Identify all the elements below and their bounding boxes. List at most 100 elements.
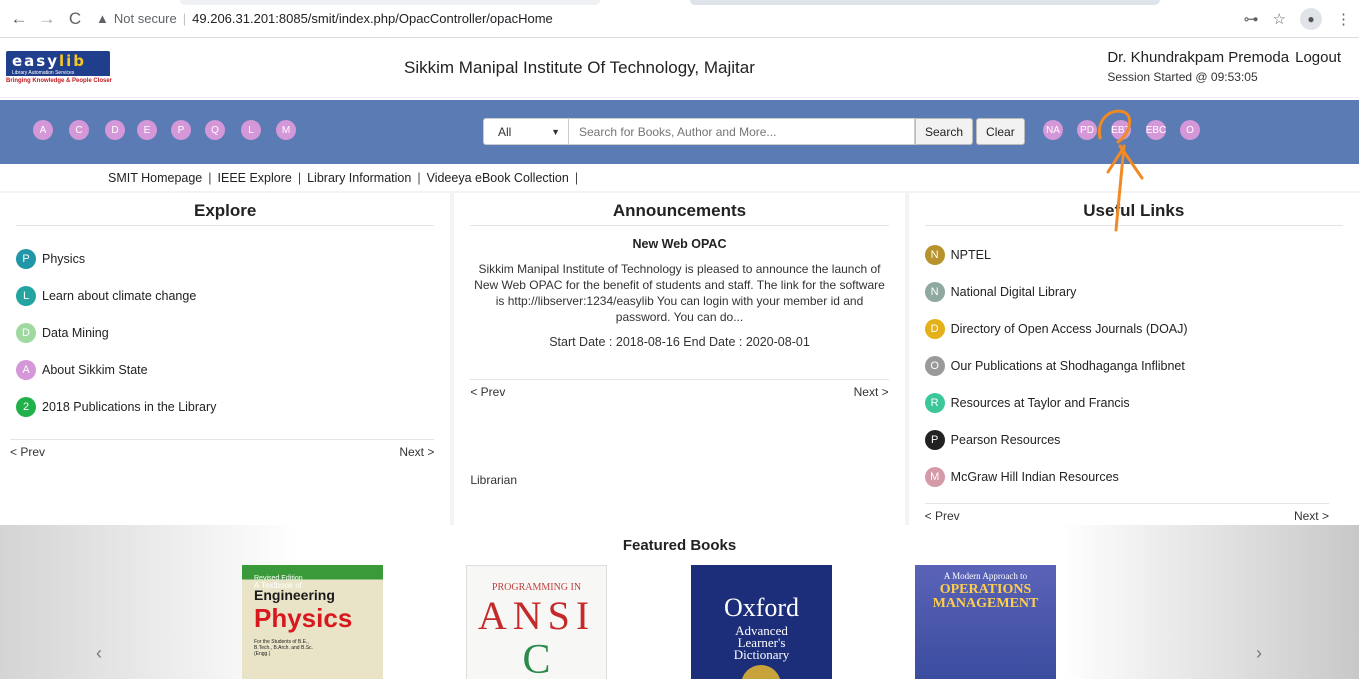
link-smit-homepage[interactable]: SMIT Homepage bbox=[108, 171, 202, 185]
explore-letter-badge: P bbox=[16, 248, 36, 269]
filter-letter-q[interactable]: Q bbox=[205, 120, 225, 140]
tab-strip-hint-active bbox=[690, 0, 1160, 5]
explore-letter-badge: L bbox=[16, 285, 36, 306]
useful-links-item[interactable]: P Pearson Resources bbox=[924, 421, 1343, 458]
collection-badge-pd[interactable]: PD bbox=[1077, 120, 1097, 140]
useful-links-item[interactable]: O Our Publications at Shodhaganga Inflibn… bbox=[924, 347, 1343, 384]
filter-letter-d[interactable]: D bbox=[105, 120, 125, 140]
useful-links-title: Useful Links bbox=[924, 201, 1343, 226]
address-bar[interactable]: ▲ Not secure | 49.206.31.201:8085/smit/i… bbox=[96, 11, 553, 26]
back-icon[interactable]: ← bbox=[8, 8, 30, 30]
carousel-prev-icon[interactable]: ‹ bbox=[96, 643, 102, 664]
explore-list: P Physics L Learn about climate change D Data… bbox=[16, 240, 434, 425]
reload-icon[interactable]: C bbox=[64, 8, 86, 30]
useful-links-item[interactable]: M McGraw Hill Indian Resources bbox=[924, 458, 1343, 495]
search-scope-value: All bbox=[498, 124, 512, 139]
clear-button[interactable]: Clear bbox=[976, 118, 1025, 145]
book-cover-ansi-c[interactable]: PROGRAMMING IN ANSI C bbox=[466, 565, 607, 679]
book-cover-text: Oxford bbox=[723, 593, 800, 622]
useful-links-letter-badge: N bbox=[924, 281, 945, 302]
useful-links-item-label[interactable]: McGraw Hill Indian Resources bbox=[951, 470, 1119, 484]
explore-item-label[interactable]: Physics bbox=[42, 252, 85, 266]
forward-icon[interactable]: → bbox=[36, 8, 58, 30]
filter-letter-a[interactable]: A bbox=[33, 120, 53, 140]
url-text[interactable]: 49.206.31.201:8085/smit/index.php/OpacCo… bbox=[192, 11, 553, 26]
book-cover-oxford-dictionary[interactable]: Oxford Advanced Learner's Dictionary bbox=[691, 565, 832, 679]
collection-badge-na[interactable]: NA bbox=[1043, 120, 1063, 140]
filter-letter-l[interactable]: L bbox=[241, 120, 261, 140]
useful-links-item[interactable]: D Directory of Open Access Journals (DOAJ… bbox=[924, 310, 1343, 347]
useful-links-item-label[interactable]: Directory of Open Access Journals (DOAJ) bbox=[951, 322, 1188, 336]
link-library-information[interactable]: Library Information bbox=[307, 171, 411, 185]
explore-item-label[interactable]: Learn about climate change bbox=[42, 289, 196, 303]
user-box: Dr. Khundrakpam Premoda Logout Session St… bbox=[1107, 49, 1341, 84]
search-scope-select[interactable]: All ▼ bbox=[483, 118, 569, 145]
panels-row: Explore P Physics L Learn about climate cha… bbox=[0, 191, 1359, 525]
easylib-logo[interactable]: easylib Library Automation Services Brin… bbox=[6, 46, 126, 90]
useful-links-item[interactable]: N NPTEL bbox=[924, 236, 1343, 273]
link-separator: | bbox=[297, 170, 302, 185]
star-icon[interactable]: ☆ bbox=[1273, 10, 1286, 28]
useful-links-item-label[interactable]: Resources at Taylor and Francis bbox=[951, 396, 1130, 410]
explore-item[interactable]: A About Sikkim State bbox=[16, 351, 434, 388]
announcements-prev-link[interactable]: < Prev bbox=[470, 385, 505, 399]
explore-letter-badge: D bbox=[16, 322, 36, 343]
book-cover-engineering-physics[interactable]: Revised Edition A Textbook of Engineerin… bbox=[242, 565, 383, 679]
book-cover-emblem bbox=[741, 665, 781, 679]
featured-books-title: Featured Books bbox=[622, 537, 737, 554]
explore-panel: Explore P Physics L Learn about climate cha… bbox=[0, 193, 451, 525]
explore-item[interactable]: 2 2018 Publications in the Library bbox=[16, 388, 434, 425]
book-cover-text: OPERATIONS MANAGEMENT bbox=[932, 582, 1039, 611]
link-videeya-ebook[interactable]: Videeya eBook Collection bbox=[427, 171, 569, 185]
logout-link[interactable]: Logout bbox=[1295, 49, 1341, 66]
book-cover-operations-management[interactable]: A Modern Approach to OPERATIONS MANAGEMEN… bbox=[915, 565, 1056, 679]
useful-links-letter-badge: R bbox=[924, 392, 945, 413]
quick-links: SMIT Homepage | IEEE Explore | Library Inf… bbox=[0, 164, 1359, 191]
explore-item[interactable]: L Learn about climate change bbox=[16, 277, 434, 314]
explore-item-label[interactable]: 2018 Publications in the Library bbox=[42, 400, 216, 414]
explore-item[interactable]: P Physics bbox=[16, 240, 434, 277]
site-header: easylib Library Automation Services Brin… bbox=[0, 38, 1359, 98]
book-cover-text: Advanced Learner's Dictionary bbox=[733, 623, 790, 662]
collection-badge-o[interactable]: O bbox=[1180, 120, 1200, 140]
search-form: All ▼ Search Clear bbox=[483, 118, 1025, 145]
useful-links-item-label[interactable]: NPTEL bbox=[951, 248, 991, 262]
useful-links-item-label[interactable]: Our Publications at Shodhaganga Inflibne… bbox=[951, 359, 1185, 373]
link-separator: | bbox=[208, 170, 212, 185]
book-cover-text: Physics bbox=[254, 603, 353, 633]
collection-badge-ebc[interactable]: EBC bbox=[1146, 120, 1166, 140]
explore-prev-link[interactable]: < Prev bbox=[10, 445, 45, 459]
logo-word: easylib bbox=[6, 51, 110, 71]
announcements-next-link[interactable]: Next > bbox=[854, 385, 889, 399]
carousel-next-icon[interactable]: › bbox=[1256, 643, 1262, 664]
useful-links-prev-link[interactable]: < Prev bbox=[925, 509, 960, 523]
explore-item-label[interactable]: Data Mining bbox=[42, 326, 109, 340]
link-ieee-explore[interactable]: IEEE Explore bbox=[218, 171, 292, 185]
explore-next-link[interactable]: Next > bbox=[399, 445, 434, 459]
menu-icon[interactable]: ⋮ bbox=[1336, 10, 1351, 28]
explore-item[interactable]: D Data Mining bbox=[16, 314, 434, 351]
announcements-panel: Announcements New Web OPAC Sikkim Manipa… bbox=[454, 193, 905, 525]
explore-item-label[interactable]: About Sikkim State bbox=[42, 363, 148, 377]
search-input[interactable] bbox=[569, 118, 915, 145]
filter-letter-m[interactable]: M bbox=[276, 120, 296, 140]
useful-links-letter-badge: N bbox=[924, 244, 945, 265]
search-button[interactable]: Search bbox=[915, 118, 974, 145]
filter-letter-c[interactable]: C bbox=[69, 120, 89, 140]
useful-links-next-link[interactable]: Next > bbox=[1294, 509, 1329, 523]
profile-icon[interactable]: ● bbox=[1300, 7, 1322, 30]
filter-letter-e[interactable]: E bbox=[137, 120, 157, 140]
useful-links-item[interactable]: N National Digital Library bbox=[924, 273, 1343, 310]
explore-letter-badge: 2 bbox=[16, 396, 36, 417]
useful-links-item-label[interactable]: National Digital Library bbox=[951, 285, 1077, 299]
useful-links-letter-badge: D bbox=[924, 318, 945, 339]
key-icon[interactable]: ⊶ bbox=[1244, 10, 1259, 28]
useful-links-item-label[interactable]: Pearson Resources bbox=[951, 433, 1061, 447]
useful-links-item[interactable]: R Resources at Taylor and Francis bbox=[924, 384, 1343, 421]
book-cover-text: C bbox=[522, 637, 551, 679]
address-separator: | bbox=[182, 11, 187, 26]
collection-badge-ebt[interactable]: EBT bbox=[1111, 120, 1131, 140]
filter-letter-p[interactable]: P bbox=[171, 120, 191, 140]
useful-links-letter-badge: M bbox=[924, 466, 945, 487]
chevron-down-icon: ▼ bbox=[551, 126, 560, 137]
